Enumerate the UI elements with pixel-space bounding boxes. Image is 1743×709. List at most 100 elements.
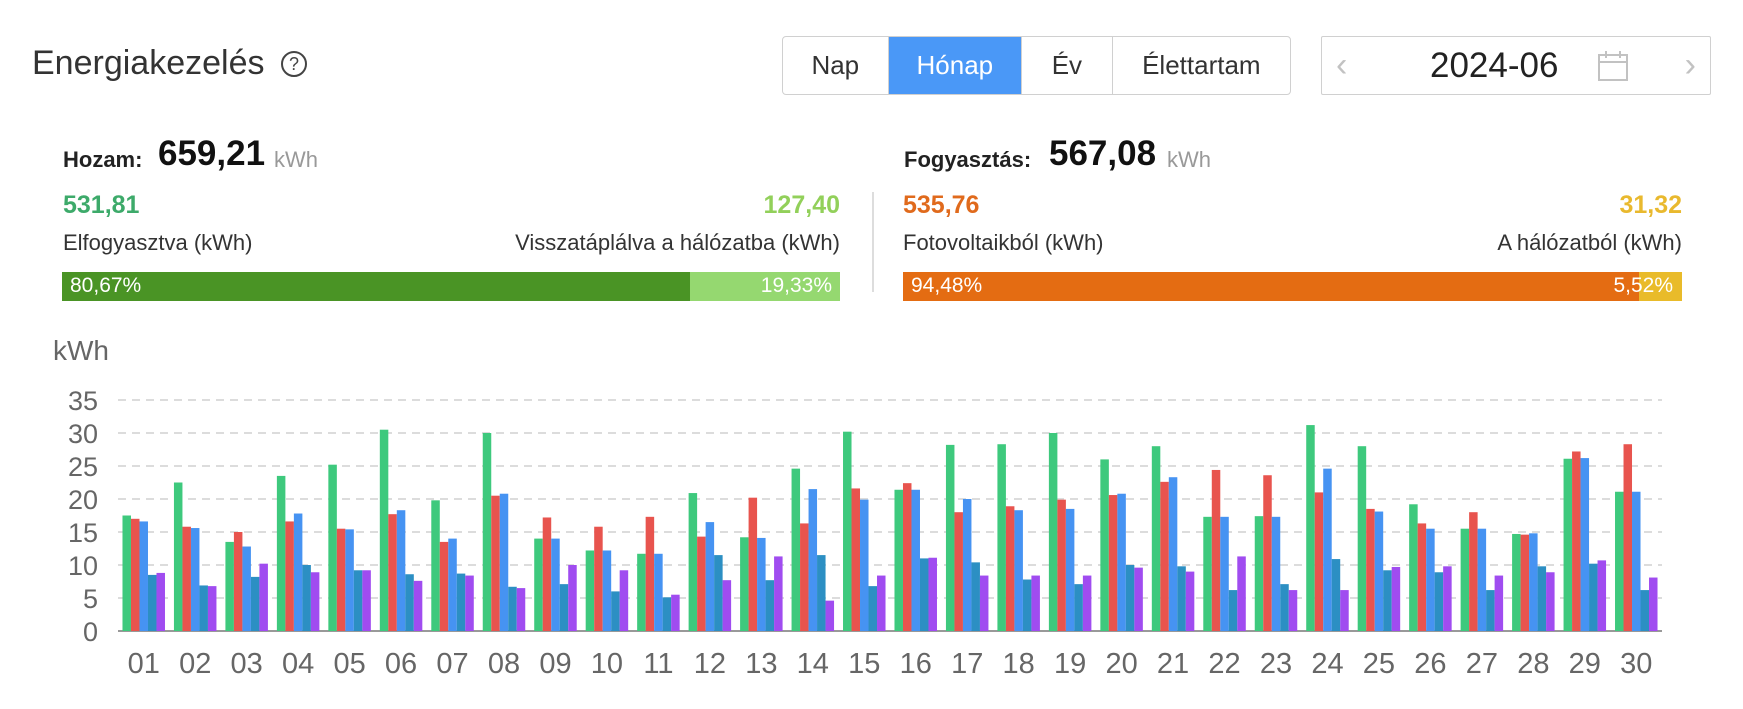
bar-day-08-series-5 — [516, 588, 526, 631]
fed-to-grid-segment: 19,33% — [689, 272, 840, 301]
bar-day-12-series-5 — [722, 580, 732, 631]
from-pv-value: 535,76 — [903, 191, 980, 219]
yield-ratio-bar: 80,67% 19,33% — [62, 272, 840, 301]
bar-day-06-series-2 — [388, 514, 397, 631]
yield-label: Hozam: — [63, 147, 143, 172]
bar-day-10-series-3 — [602, 550, 612, 631]
bar-day-01-series-1 — [122, 515, 131, 631]
date-value[interactable]: 2024-06 — [1430, 46, 1558, 86]
bar-day-13-series-5 — [774, 556, 783, 631]
bar-day-09-series-1 — [534, 538, 543, 631]
bar-day-10-series-1 — [585, 550, 595, 631]
bar-day-01-series-3 — [139, 521, 148, 631]
bar-day-20-series-2 — [1108, 495, 1118, 631]
bar-day-09-series-5 — [568, 565, 577, 631]
bar-day-10-series-5 — [619, 570, 629, 631]
bar-day-10-series-2 — [594, 526, 603, 631]
consumption-ratio-bar: 94,48% 5,52% — [903, 272, 1682, 301]
x-tick-label: 04 — [282, 648, 314, 680]
bar-day-22-series-4 — [1228, 590, 1238, 631]
bar-day-09-series-4 — [559, 584, 569, 631]
bar-day-13-series-3 — [757, 537, 766, 631]
bar-day-23-series-3 — [1271, 516, 1281, 631]
bar-day-03-series-1 — [225, 541, 234, 631]
bar-day-05-series-5 — [362, 570, 371, 631]
bar-day-28-series-2 — [1520, 534, 1530, 631]
bar-day-29-series-5 — [1597, 560, 1607, 631]
self-consumed-segment: 80,67% — [62, 272, 690, 301]
bar-day-17-series-1 — [945, 444, 955, 631]
bar-day-11-series-3 — [654, 553, 663, 631]
y-tick-label: 20 — [68, 485, 98, 515]
bar-day-05-series-2 — [336, 528, 346, 631]
tab-nap[interactable]: Nap — [783, 37, 889, 94]
bar-day-17-series-4 — [971, 562, 980, 631]
y-tick-label: 30 — [68, 419, 98, 449]
x-tick-label: 06 — [385, 648, 417, 680]
bar-day-07-series-2 — [439, 541, 449, 631]
from-grid-value: 31,32 — [1619, 191, 1682, 219]
bar-day-18-series-2 — [1005, 506, 1015, 631]
bar-day-18-series-4 — [1022, 579, 1032, 631]
chevron-left-icon[interactable]: ‹ — [1336, 47, 1347, 83]
from-pv-percent: 94,48% — [911, 274, 983, 297]
bar-day-25-series-5 — [1391, 566, 1401, 631]
bar-day-30-series-5 — [1649, 577, 1658, 631]
bar-day-26-series-4 — [1434, 572, 1444, 631]
bar-day-28-series-4 — [1537, 566, 1547, 631]
x-tick-label: 28 — [1517, 648, 1549, 680]
bar-day-15-series-4 — [868, 586, 878, 631]
bar-day-27-series-4 — [1486, 590, 1495, 631]
y-axis-label: kWh — [53, 335, 109, 366]
bar-day-07-series-1 — [431, 500, 440, 631]
x-tick-label: 11 — [643, 648, 673, 680]
bar-day-25-series-1 — [1357, 446, 1367, 631]
from-pv-segment: 94,48% — [903, 272, 1639, 301]
x-tick-label: 22 — [1208, 648, 1240, 680]
bar-day-22-series-1 — [1203, 516, 1212, 631]
bar-day-26-series-5 — [1443, 566, 1452, 631]
bar-day-12-series-1 — [688, 493, 698, 631]
x-tick-label: 02 — [179, 648, 211, 680]
calendar-icon[interactable] — [1597, 50, 1629, 82]
x-tick-label: 25 — [1363, 648, 1395, 680]
x-tick-label: 19 — [1054, 648, 1086, 680]
bar-day-14-series-3 — [808, 489, 818, 631]
bar-day-02-series-4 — [199, 585, 208, 631]
bar-day-08-series-4 — [508, 586, 517, 631]
bar-day-28-series-5 — [1546, 572, 1555, 631]
date-picker[interactable]: ‹ 2024-06 › — [1321, 36, 1711, 95]
bar-day-08-series-3 — [499, 493, 509, 631]
bar-day-21-series-1 — [1151, 446, 1161, 631]
bar-day-03-series-4 — [250, 576, 260, 631]
x-tick-label: 14 — [797, 648, 829, 680]
bar-day-14-series-4 — [817, 555, 826, 631]
x-tick-label: 13 — [745, 648, 777, 680]
chevron-right-icon[interactable]: › — [1685, 47, 1696, 83]
consumption-unit: kWh — [1167, 147, 1211, 172]
x-tick-label: 10 — [591, 648, 623, 680]
bar-day-05-series-3 — [345, 529, 354, 631]
from-grid-segment: 5,52% — [1613, 272, 1682, 301]
bar-day-21-series-3 — [1168, 477, 1178, 631]
question-circle-icon[interactable]: ? — [281, 51, 307, 77]
tab-honap[interactable]: Hónap — [888, 37, 1023, 94]
bar-day-27-series-3 — [1477, 528, 1487, 631]
bar-day-06-series-4 — [405, 574, 414, 631]
consumption-value: 567,08 — [1049, 134, 1157, 173]
bar-day-15-series-5 — [877, 575, 886, 631]
yield-value: 659,21 — [158, 134, 266, 173]
fed-to-grid-percent: 19,33% — [760, 274, 832, 297]
tab-ev[interactable]: Év — [1022, 37, 1113, 94]
from-pv-desc: Fotovoltaikból (kWh) — [903, 230, 1104, 255]
bar-day-03-series-2 — [233, 532, 243, 631]
tab-elettartam[interactable]: Élettartam — [1113, 37, 1290, 94]
bar-day-24-series-5 — [1340, 590, 1349, 631]
bar-day-19-series-3 — [1065, 508, 1075, 631]
bar-day-04-series-3 — [293, 513, 303, 631]
consumption-label: Fogyasztás: — [904, 147, 1032, 172]
x-tick-label: 03 — [231, 648, 263, 680]
bar-day-28-series-3 — [1529, 533, 1538, 631]
bar-day-30-series-1 — [1615, 491, 1624, 631]
bar-day-27-series-2 — [1469, 512, 1478, 631]
